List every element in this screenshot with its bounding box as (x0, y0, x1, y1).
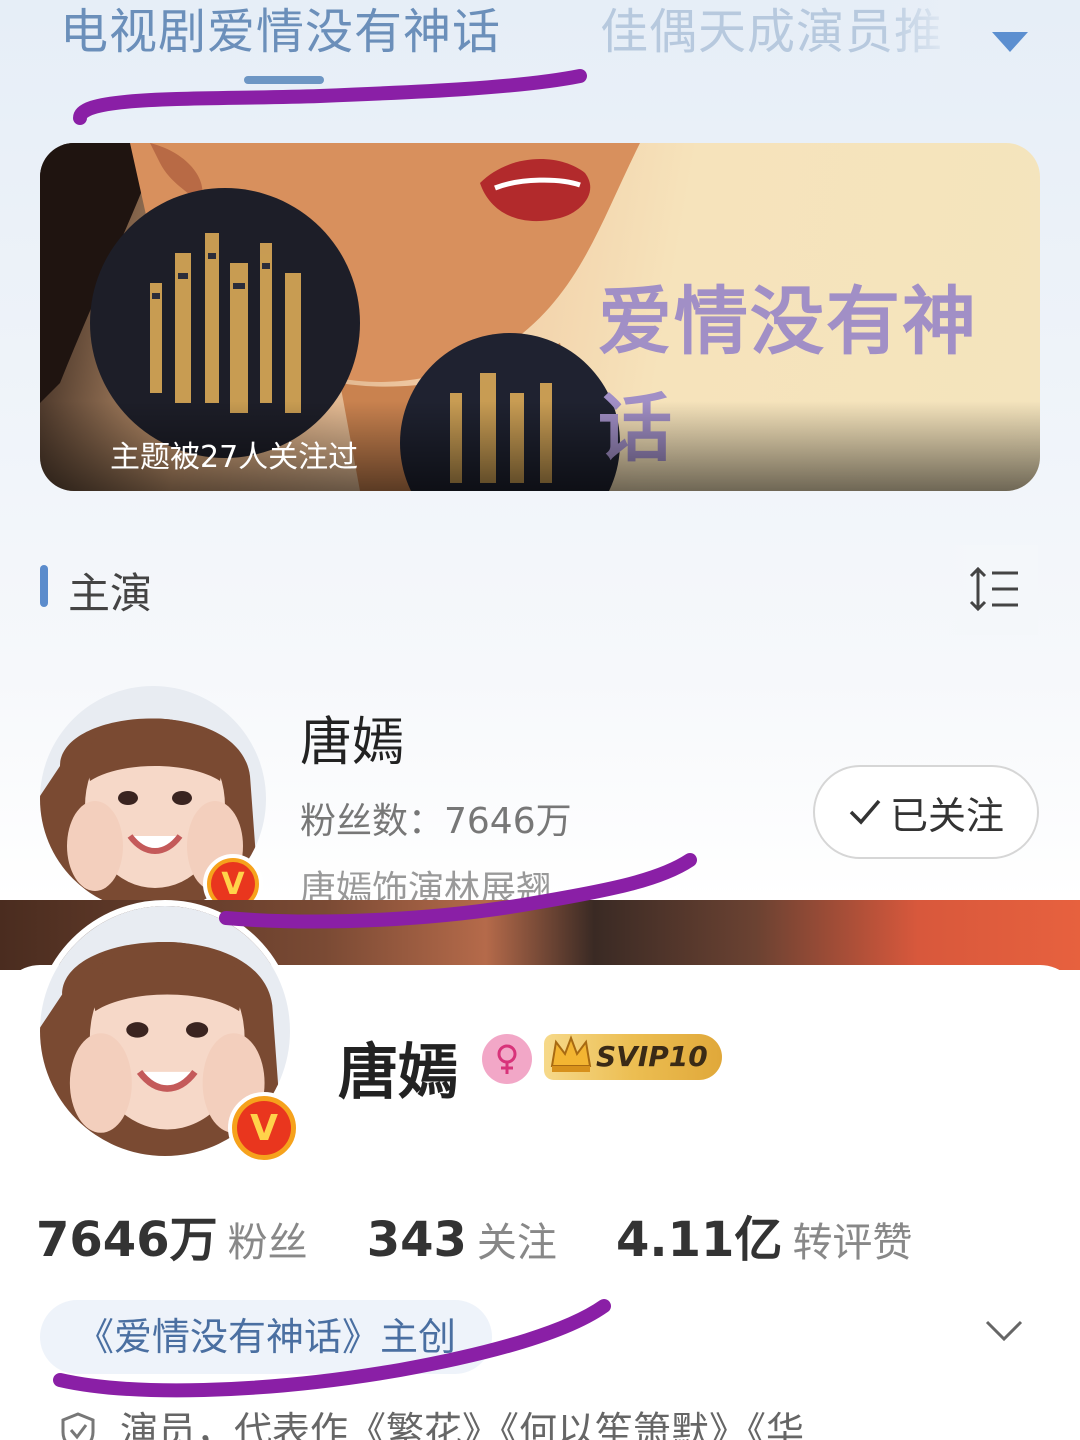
tab-indicator (244, 76, 324, 84)
actor-fan-count: 粉丝数：7646万 (300, 801, 572, 842)
banner-follower-count: 主题被27人关注过 (110, 440, 359, 475)
section-title: 主演 (68, 569, 153, 618)
followed-button[interactable]: 已关注 (813, 765, 1039, 859)
followed-label: 已关注 (889, 793, 1004, 838)
sort-button[interactable] (938, 545, 1038, 635)
actor-role: 唐嫣饰演林展翘 (300, 869, 553, 900)
tab-love-no-myth[interactable]: 电视剧爱情没有神话 (60, 2, 501, 62)
crown-icon (550, 1035, 592, 1072)
profile-stats: 7646万 粉丝 343 关注 4.11亿 转评赞 (36, 1200, 966, 1270)
tab-bar: 电视剧爱情没有神话 佳偶天成演员推 (0, 0, 1080, 90)
profile-description: 演员，代表作《繁花》《何以笙箫默》《华 (120, 1409, 805, 1440)
chevron-down-icon[interactable] (988, 26, 1032, 56)
section-accent-bar (40, 565, 48, 607)
verified-badge: V (203, 854, 263, 900)
profile-verified-badge: V (228, 1092, 300, 1164)
sort-icon (969, 566, 1018, 612)
stat-following[interactable]: 343 关注 (367, 1210, 557, 1268)
profile-name: 唐嫣 (338, 1038, 458, 1108)
actor-name[interactable]: 唐嫣 (300, 700, 404, 775)
female-icon (482, 1034, 532, 1084)
chevron-down-icon[interactable] (984, 1318, 1024, 1344)
stat-interactions[interactable]: 4.11亿 转评赞 (616, 1200, 912, 1270)
stat-fans[interactable]: 7646万 粉丝 (36, 1200, 308, 1270)
topic-page: 电视剧爱情没有神话 佳偶天成演员推 爱情没有神 主题被27人关注过 主演 V 唐… (0, 0, 1080, 900)
creator-tag[interactable]: 《爱情没有神话》主创 (40, 1300, 493, 1374)
check-icon (849, 799, 881, 825)
tab-fade (880, 0, 960, 90)
